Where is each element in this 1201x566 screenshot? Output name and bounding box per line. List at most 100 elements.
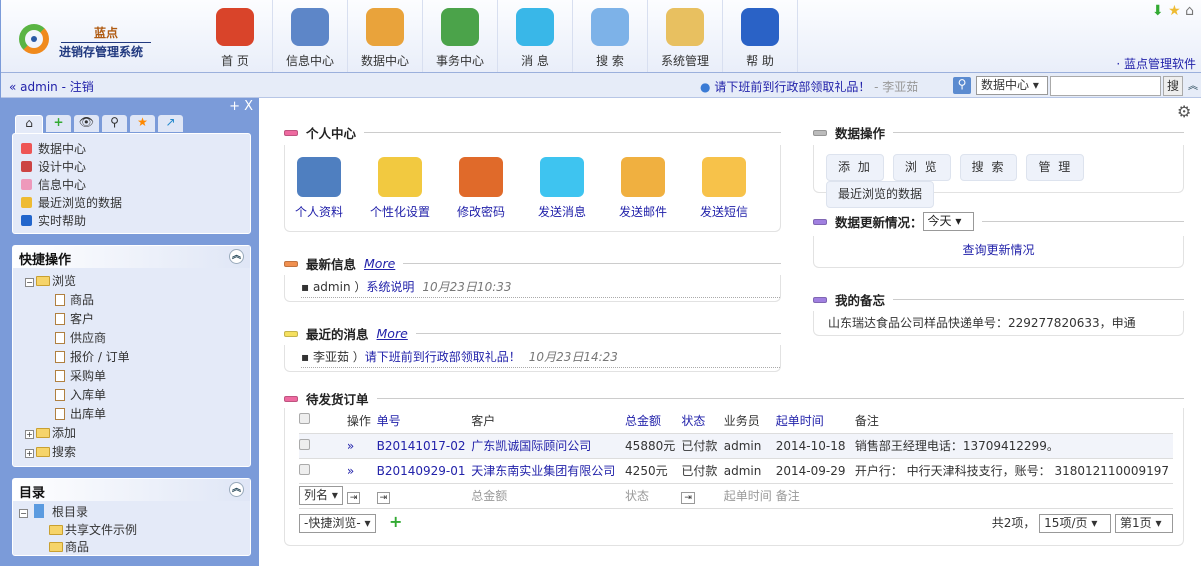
collapse-node-icon[interactable]: −: [19, 509, 28, 518]
column-header[interactable]: 总金额: [625, 408, 681, 433]
collapse-icon[interactable]: ︽: [229, 482, 244, 497]
select-all-checkbox[interactable]: [299, 408, 347, 433]
nav-item[interactable]: 信息中心: [273, 0, 348, 72]
order-number[interactable]: B20140929-01: [377, 458, 472, 483]
nav-item[interactable]: 帮 助: [723, 0, 798, 72]
sidebar-link[interactable]: 实时帮助: [21, 212, 242, 230]
logo-icon: [19, 24, 49, 54]
sidebar-link[interactable]: 最近浏览的数据: [21, 194, 242, 212]
personal-center-box: 个人资料 个性化设置 修改密码 发送消息 发送邮件 发送短信: [284, 145, 781, 232]
row-checkbox[interactable]: [299, 433, 347, 458]
quick-browse-select[interactable]: -快捷浏览- ▾: [299, 513, 376, 533]
personal-item[interactable]: 发送短信: [689, 157, 759, 220]
tree-leaf[interactable]: 商品: [25, 291, 250, 310]
period-select[interactable]: 今天 ▾: [922, 212, 974, 231]
data-op-button[interactable]: 最近浏览的数据: [826, 181, 935, 208]
collapse-header-icon[interactable]: ︽: [1188, 77, 1198, 92]
tree-root[interactable]: − 根目录: [19, 503, 250, 522]
favorite-icon[interactable]: ★: [1168, 3, 1181, 19]
data-op-button[interactable]: 浏 览: [892, 154, 951, 181]
collapse-icon[interactable]: ︽: [229, 249, 244, 264]
personal-item[interactable]: 发送消息: [527, 157, 597, 220]
nav-item[interactable]: 消 息: [498, 0, 573, 72]
tab-share-icon[interactable]: ↗: [158, 115, 183, 132]
tree-node[interactable]: + 添加: [25, 424, 250, 443]
tab-search-icon[interactable]: ⚲: [102, 115, 127, 132]
tree-node-browse[interactable]: − 浏览: [25, 272, 250, 291]
settings-gear-icon[interactable]: ⚙: [1177, 102, 1191, 121]
add-icon[interactable]: +: [389, 512, 402, 531]
page-select[interactable]: 第1页 ▾: [1115, 513, 1173, 533]
personal-item-link[interactable]: 修改密码: [457, 205, 505, 219]
tree-leaf[interactable]: 出库单: [25, 405, 250, 424]
nav-item[interactable]: 数据中心: [348, 0, 423, 72]
tree-node[interactable]: 共享文件示例: [19, 522, 250, 539]
expand-node-icon[interactable]: +: [25, 449, 34, 458]
customer[interactable]: 广东凯诚国际顾问公司: [471, 433, 625, 458]
order-number[interactable]: B20141017-02: [377, 433, 472, 458]
data-op-button[interactable]: 添 加: [826, 154, 884, 181]
tab-home-icon[interactable]: ⌂: [15, 115, 43, 133]
messages-more-link[interactable]: More: [377, 326, 408, 341]
table-row[interactable]: » B20140929-01 天津东南实业集团有限公司 4250元 已付款 admin 20…: [299, 458, 1173, 483]
personal-item[interactable]: 个性化设置: [365, 157, 435, 220]
column-header[interactable]: 单号: [377, 408, 472, 433]
collapse-node-icon[interactable]: −: [25, 278, 34, 287]
column-header[interactable]: 起单时间: [776, 408, 855, 433]
column-select[interactable]: 列名 ▾: [299, 486, 343, 505]
home-icon[interactable]: ⌂: [1185, 3, 1194, 19]
column-toggle-icon[interactable]: ⇥: [681, 491, 695, 504]
row-action[interactable]: »: [347, 433, 377, 458]
sidebar-link[interactable]: 数据中心: [21, 140, 242, 158]
personal-item-link[interactable]: 发送邮件: [619, 205, 667, 219]
data-op-button[interactable]: 管 理: [1026, 154, 1085, 181]
user-link[interactable]: admin: [20, 80, 58, 94]
tree-leaf[interactable]: 报价 / 订单: [25, 348, 250, 367]
tree-node[interactable]: 商品: [19, 539, 250, 556]
tree-leaf[interactable]: 采购单: [25, 367, 250, 386]
news-item[interactable]: ▪ admin ）系统说明 10月23日10:33: [301, 279, 780, 298]
brand-link[interactable]: · 蓝点管理软件: [1116, 55, 1196, 72]
personal-item-link[interactable]: 个性化设置: [370, 205, 430, 219]
customer[interactable]: 天津东南实业集团有限公司: [471, 458, 625, 483]
tab-view-icon[interactable]: 👁: [74, 115, 99, 132]
news-more-link[interactable]: More: [364, 256, 395, 271]
sidebar-link[interactable]: 设计中心: [21, 158, 242, 176]
column-toggle-icon[interactable]: ⇥: [376, 491, 391, 504]
tree-leaf[interactable]: 客户: [25, 310, 250, 329]
tree-leaf[interactable]: 供应商: [25, 329, 250, 348]
table-row[interactable]: » B20141017-02 广东凯诚国际顾问公司 45880元 已付款 admin 201…: [299, 433, 1173, 458]
nav-item[interactable]: 首 页: [198, 0, 273, 72]
per-page-select[interactable]: 15项/页 ▾: [1039, 513, 1112, 533]
row-action[interactable]: »: [347, 458, 377, 483]
tree-leaf[interactable]: 入库单: [25, 386, 250, 405]
nav-item[interactable]: 搜 索: [573, 0, 648, 72]
sidebar-link[interactable]: 信息中心: [21, 176, 242, 194]
message-item[interactable]: ▪ 李亚茹 ）请下班前到行政部领取礼品！ 10月23日14:23: [301, 349, 780, 368]
notice[interactable]: ● 请下班前到行政部领取礼品！ - 李亚茹: [700, 78, 918, 95]
data-op-button[interactable]: 搜 索: [959, 154, 1018, 181]
column-toggle-icon[interactable]: ⇥: [346, 491, 361, 504]
personal-item-link[interactable]: 发送短信: [700, 205, 748, 219]
personal-item[interactable]: 发送邮件: [608, 157, 678, 220]
search-input[interactable]: [1050, 76, 1161, 96]
expand-node-icon[interactable]: +: [25, 430, 34, 439]
nav-item[interactable]: 系统管理: [648, 0, 723, 72]
tab-favorite-icon[interactable]: ★: [130, 115, 155, 132]
search-scope-select[interactable]: 数据中心 ▾: [976, 76, 1048, 95]
tab-add-icon[interactable]: +: [46, 115, 71, 132]
nav-item[interactable]: 事务中心: [423, 0, 498, 72]
personal-item-icon: [540, 157, 584, 197]
sidebar-controls[interactable]: + X: [229, 99, 253, 114]
search-button[interactable]: 搜: [1163, 76, 1183, 96]
personal-item-link[interactable]: 个人资料: [295, 205, 343, 219]
query-updates-link[interactable]: 查询更新情况: [962, 243, 1034, 257]
row-checkbox[interactable]: [299, 458, 347, 483]
personal-item[interactable]: 个人资料: [284, 157, 354, 220]
personal-item[interactable]: 修改密码: [446, 157, 516, 220]
logout-link[interactable]: 注销: [70, 80, 94, 94]
download-icon[interactable]: ⬇: [1152, 3, 1164, 19]
tree-node[interactable]: + 搜索: [25, 443, 250, 462]
personal-item-link[interactable]: 发送消息: [538, 205, 586, 219]
column-header[interactable]: 状态: [681, 408, 723, 433]
